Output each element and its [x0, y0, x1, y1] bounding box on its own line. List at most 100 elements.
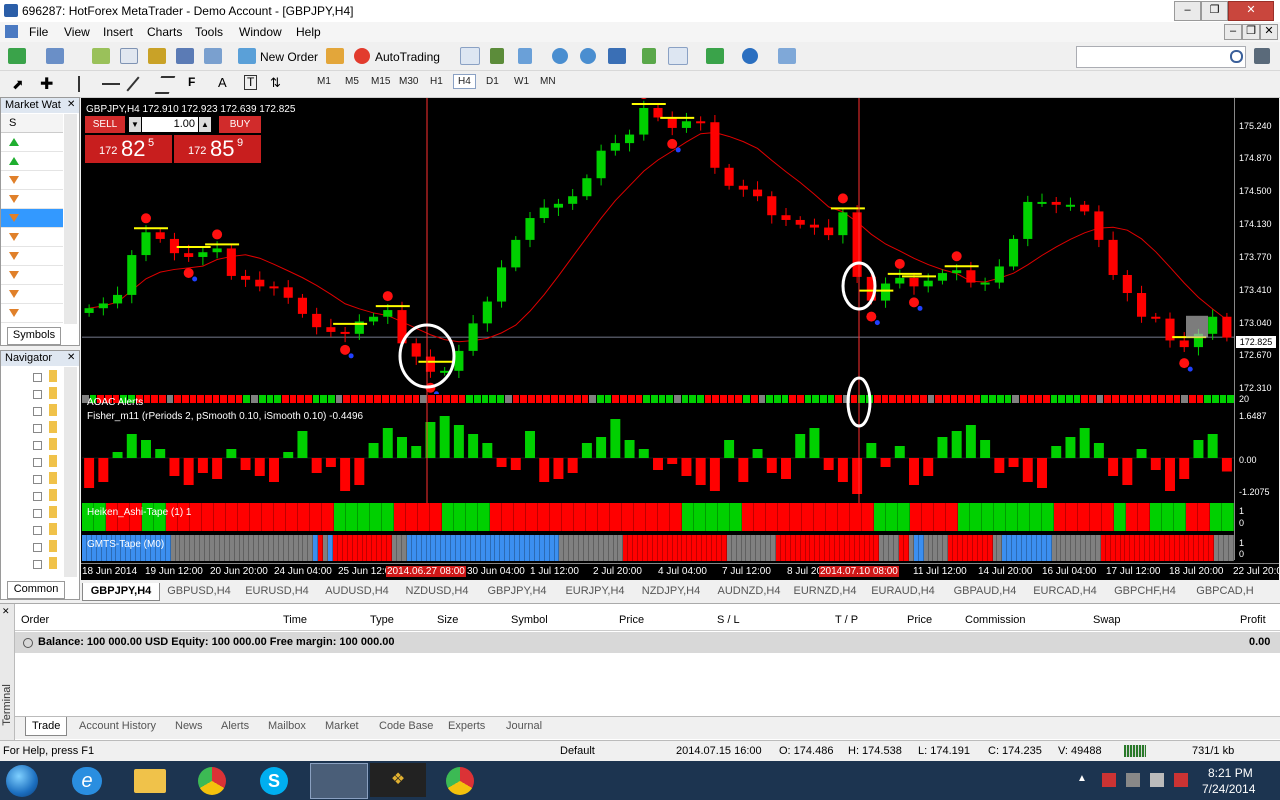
menu-insert[interactable]: Insert [103, 25, 133, 39]
terminal-column[interactable]: Order [21, 614, 49, 626]
terminal-column[interactable]: Commission [965, 614, 1026, 626]
tray-expand-icon[interactable]: ▲ [1077, 773, 1087, 784]
menu-view[interactable]: View [64, 25, 90, 39]
terminal-column[interactable]: Swap [1093, 614, 1121, 626]
autoscroll-icon[interactable] [668, 47, 688, 65]
market-watch-row[interactable] [1, 285, 63, 304]
file-explorer-icon[interactable] [134, 769, 166, 793]
horizontal-line-icon[interactable] [102, 83, 120, 85]
text-label-icon[interactable]: T [244, 75, 258, 90]
market-watch-scrollbar[interactable] [64, 114, 77, 324]
terminal-tab[interactable]: Journal [500, 717, 548, 735]
chrome-window-icon[interactable] [446, 767, 474, 795]
time-axis[interactable]: 18 Jun 2014 19 Jun 12:00 20 Jun 20:00 24 Ju… [81, 563, 1279, 580]
symbols-tab[interactable]: Symbols [7, 327, 61, 345]
balance-row[interactable]: Balance: 100 000.00 USD Equity: 100 000.… [15, 632, 1280, 653]
symbol-tab[interactable]: EURUSD,H4 [239, 583, 315, 600]
cursor-icon[interactable]: ⬈ [12, 76, 24, 93]
symbol-tab[interactable]: EURJPY,H4 [557, 583, 633, 600]
arrows-icon[interactable]: ⇅ [270, 75, 281, 91]
taskbar-time[interactable]: 8:21 PM [1208, 766, 1253, 780]
data-window-icon[interactable] [148, 48, 166, 64]
tray-network-icon[interactable] [1150, 773, 1164, 787]
navigator-tree-expander[interactable] [33, 441, 42, 450]
navigator-tree-expander[interactable] [33, 458, 42, 467]
navigator-close-icon[interactable]: ✕ [67, 352, 75, 363]
terminal-tab[interactable]: Alerts [215, 717, 255, 735]
terminal-column[interactable]: Price [907, 614, 932, 626]
tf-m15[interactable]: M15 [371, 76, 390, 87]
tile-windows-icon[interactable] [608, 48, 626, 64]
tf-h4[interactable]: H4 [453, 74, 476, 89]
terminal-column[interactable]: Price [619, 614, 644, 626]
symbol-tab[interactable]: EURAUD,H4 [865, 583, 941, 600]
market-watch-icon[interactable] [92, 48, 110, 64]
market-watch-row[interactable] [1, 304, 63, 323]
tray-volume-icon[interactable] [1174, 773, 1188, 787]
market-watch-row[interactable] [1, 209, 63, 228]
chart-shift-icon[interactable] [642, 48, 656, 64]
internet-explorer-icon[interactable]: e [72, 767, 102, 795]
templates-icon[interactable] [778, 48, 796, 64]
search-input[interactable] [1076, 46, 1246, 68]
symbol-tab[interactable]: GBPAUD,H4 [947, 583, 1023, 600]
forex-app-icon[interactable]: ❖ [370, 763, 426, 797]
common-tab[interactable]: Common [7, 581, 65, 599]
symbol-tab[interactable]: GBPJPY,H4 [479, 583, 555, 600]
skype-icon[interactable]: S [260, 767, 288, 795]
symbol-tab[interactable]: NZDJPY,H4 [633, 583, 709, 600]
fibonacci-icon[interactable]: F [188, 75, 195, 89]
child-minimize-button[interactable]: – [1224, 24, 1242, 40]
symbol-tab[interactable]: EURNZD,H4 [787, 583, 863, 600]
navigator-tree-expander[interactable] [33, 492, 42, 501]
market-watch-row[interactable] [1, 133, 63, 152]
status-profile[interactable]: Default [560, 745, 595, 757]
menu-window[interactable]: Window [239, 25, 282, 39]
tf-mn[interactable]: MN [540, 76, 556, 87]
terminal-tab[interactable]: Mailbox [262, 717, 312, 735]
tf-m5[interactable]: M5 [345, 76, 359, 87]
navigator-tree-expander[interactable] [33, 390, 42, 399]
terminal-tab[interactable]: News [169, 717, 209, 735]
terminal-column[interactable]: Time [283, 614, 307, 626]
meta-editor-icon[interactable] [326, 48, 344, 64]
navigator-tree-expander[interactable] [33, 560, 42, 569]
crosshair-icon[interactable]: ✚ [40, 74, 53, 94]
menu-help[interactable]: Help [296, 25, 321, 39]
symbol-tab[interactable]: AUDNZD,H4 [711, 583, 787, 600]
autotrading-icon[interactable] [354, 48, 370, 64]
terminal-column[interactable]: T / P [835, 614, 858, 626]
terminal-close-icon[interactable]: ✕ [2, 606, 10, 617]
terminal-tab[interactable]: Account History [73, 717, 162, 735]
indicators-icon[interactable] [706, 48, 724, 64]
navigator-tree-expander[interactable] [33, 526, 42, 535]
navigator-tree-expander[interactable] [33, 407, 42, 416]
line-chart-icon[interactable] [518, 48, 532, 64]
metatrader-task-icon[interactable] [310, 763, 368, 799]
child-close-button[interactable]: ✕ [1260, 24, 1278, 40]
symbol-tab[interactable]: GBPJPY,H4 [82, 583, 160, 601]
navigator-tree-expander[interactable] [33, 424, 42, 433]
close-button[interactable]: ✕ [1228, 1, 1274, 21]
navigator-tree-expander[interactable] [33, 373, 42, 382]
tray-app-icon[interactable] [1126, 773, 1140, 787]
autotrading-button[interactable]: AutoTrading [375, 50, 440, 64]
navigator-tree-expander[interactable] [33, 543, 42, 552]
menu-tools[interactable]: Tools [195, 25, 223, 39]
new-order-button[interactable]: New Order [260, 50, 318, 64]
market-watch-symbol-col[interactable]: S [9, 117, 16, 129]
terminal-tab[interactable]: Code Base [373, 717, 439, 735]
menu-file[interactable]: File [29, 25, 48, 39]
strategy-tester-icon[interactable] [204, 48, 222, 64]
terminal-column[interactable]: Type [370, 614, 394, 626]
market-watch-row[interactable] [1, 247, 63, 266]
terminal-column[interactable]: S / L [717, 614, 740, 626]
menu-charts[interactable]: Charts [147, 25, 182, 39]
zoom-out-icon[interactable] [580, 48, 596, 64]
terminal-tab[interactable]: Experts [442, 717, 491, 735]
terminal-icon[interactable] [176, 48, 194, 64]
profiles-icon[interactable] [46, 48, 64, 64]
navigator-tree-expander[interactable] [33, 475, 42, 484]
tf-m30[interactable]: M30 [399, 76, 418, 87]
chart-window[interactable]: GBPJPY,H4 172.910 172.923 172.639 172.82… [81, 98, 1279, 580]
